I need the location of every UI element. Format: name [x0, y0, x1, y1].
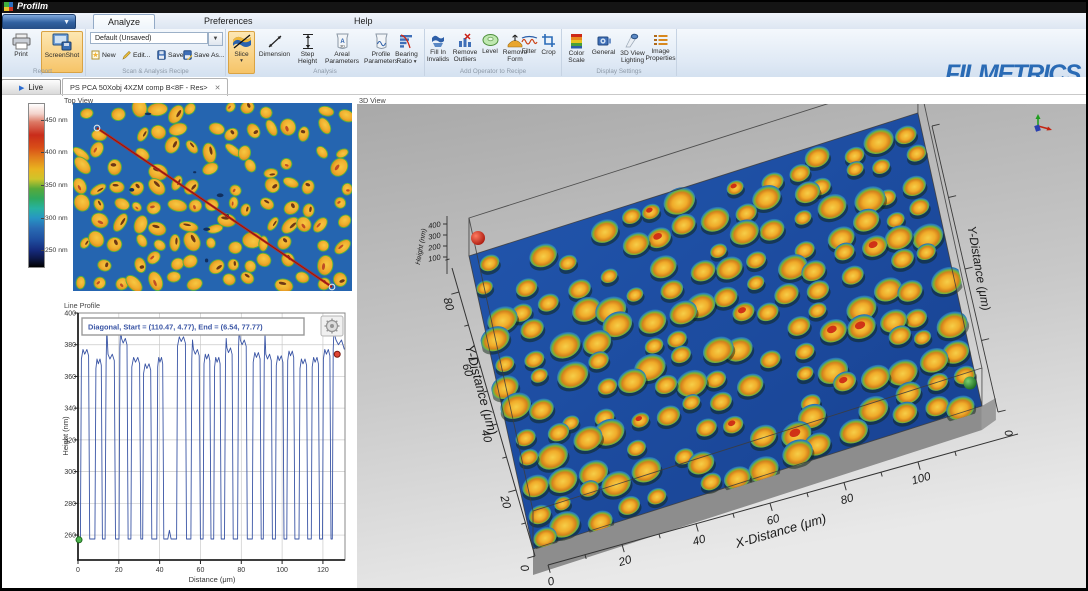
- slice-icon: [232, 33, 252, 50]
- svg-text:340: 340: [64, 406, 76, 413]
- svg-text:260: 260: [64, 533, 76, 540]
- svg-text:280: 280: [64, 501, 76, 508]
- step-height-icon: [301, 33, 315, 50]
- ribbon-group-operators: Fill In Invalids Remove Outliers Level: [425, 29, 562, 76]
- group-label-operators: Add Operator to Recipe: [425, 68, 561, 75]
- dimension-button[interactable]: Dimension: [257, 31, 292, 71]
- profile-parameters-icon: [373, 33, 390, 50]
- color-scale-label: 450 nm: [45, 117, 68, 124]
- svg-text:100: 100: [276, 567, 288, 574]
- group-label-recipe: Scan & Analysis Recipe: [86, 68, 225, 75]
- play-icon: ▶: [19, 84, 24, 92]
- color-scale-label: 400 nm: [45, 149, 68, 156]
- svg-text:300: 300: [64, 469, 76, 476]
- general-settings-button[interactable]: General: [591, 31, 616, 73]
- bearing-ratio-icon: [398, 33, 415, 50]
- title-bar: Profilm: [0, 0, 1088, 13]
- image-properties-icon: [653, 33, 668, 47]
- svg-text:0: 0: [76, 567, 80, 574]
- application-menu-button[interactable]: ▼: [2, 14, 76, 30]
- edit-recipe-button[interactable]: Edit...: [122, 50, 150, 60]
- chevron-down-icon: ▼: [63, 19, 70, 26]
- gear-icon: [596, 33, 612, 48]
- svg-text:360: 360: [64, 374, 76, 381]
- menu-bar: ▼ Analyze Preferences Help: [0, 13, 1088, 30]
- svg-text:400: 400: [64, 311, 76, 318]
- 3d-surface-view[interactable]: 020406080100X-Distance (μm)020406080Y-Di…: [357, 104, 1086, 590]
- ribbon-group-analysis: Slice ▾ Dimension Step H: [226, 29, 425, 76]
- ribbon-group-recipe: Default (Unsaved) ▼ New Edit...: [86, 29, 226, 76]
- tab-help[interactable]: Help: [340, 14, 387, 29]
- svg-text:3D: 3D: [339, 44, 344, 49]
- slice-start-marker-3d: [471, 231, 485, 245]
- ribbon-group-report: Print ScreenShot Report: [0, 29, 86, 76]
- recipe-combobox-arrow[interactable]: ▼: [208, 32, 223, 46]
- svg-text:Distance (μm): Distance (μm): [189, 575, 236, 584]
- recipe-combobox[interactable]: Default (Unsaved): [90, 32, 208, 44]
- remove-outliers-button[interactable]: Remove Outliers: [451, 31, 479, 73]
- chevron-down-icon: ▼: [213, 36, 219, 42]
- remove-outliers-icon: [457, 33, 473, 48]
- ribbon: Print ScreenShot Report Default (Unsaved…: [0, 29, 1088, 78]
- app-icon: [4, 2, 13, 11]
- level-icon: [482, 33, 499, 47]
- new-recipe-button[interactable]: New: [91, 50, 116, 60]
- profilm-window: { "window": {"app_title": "Profilm"}, "m…: [0, 0, 1088, 591]
- document-tab-title: PS PCA 50Xobj 4XZM comp B<8F - Res>: [70, 83, 208, 92]
- fill-in-invalids-button[interactable]: Fill In Invalids: [426, 31, 450, 73]
- new-document-icon: [91, 50, 100, 60]
- level-button[interactable]: Level: [480, 31, 500, 73]
- print-button[interactable]: Print: [4, 31, 38, 71]
- svg-text:380: 380: [64, 342, 76, 349]
- svg-text:120: 120: [317, 567, 329, 574]
- crop-button[interactable]: Crop: [538, 31, 559, 73]
- pencil-icon: [122, 50, 131, 60]
- svg-text:40: 40: [156, 567, 164, 574]
- close-icon[interactable]: ✕: [215, 84, 221, 92]
- svg-text:Height (nm): Height (nm): [62, 416, 70, 456]
- fill-in-invalids-icon: [430, 33, 446, 48]
- dimension-icon: [266, 33, 284, 50]
- save-as-icon: [183, 50, 192, 60]
- svg-text:20: 20: [115, 567, 123, 574]
- window-title: Profilm: [17, 1, 48, 11]
- svg-text:60: 60: [197, 567, 205, 574]
- svg-text:80: 80: [237, 567, 245, 574]
- chevron-down-icon: ▾: [414, 59, 417, 65]
- color-scale-icon: [570, 33, 583, 49]
- save-as-recipe-button[interactable]: Save As...: [183, 50, 225, 60]
- ribbon-group-display: Color Scale General 3D View Lighting: [562, 29, 677, 76]
- save-recipe-button[interactable]: Save: [157, 50, 184, 60]
- save-icon: [157, 50, 166, 60]
- tab-preferences[interactable]: Preferences: [190, 14, 267, 29]
- chevron-down-icon: ▾: [240, 59, 243, 65]
- line-profile-chart[interactable]: 260280300320340360380400020406080100120D…: [62, 310, 352, 591]
- screenshot-button[interactable]: ScreenShot: [41, 31, 83, 73]
- left-rail: 450 nm 400 nm 350 nm 300 nm 250 nm: [0, 95, 61, 591]
- tab-bar-divider: [0, 94, 1088, 95]
- color-scale-button[interactable]: Color Scale: [563, 31, 590, 73]
- screenshot-icon: [52, 33, 72, 51]
- line-profile-title: Line Profile: [64, 301, 100, 310]
- color-scale-label: 250 nm: [45, 247, 68, 254]
- color-scale-label: 300 nm: [45, 215, 68, 222]
- filter-icon: [521, 33, 538, 47]
- filter-button[interactable]: Filter: [519, 31, 539, 73]
- top-view-image[interactable]: [73, 103, 352, 291]
- tab-analyze[interactable]: Analyze: [93, 14, 155, 30]
- group-label-report: Report: [0, 68, 85, 75]
- crop-icon: [541, 33, 556, 48]
- lighting-icon: [625, 33, 641, 49]
- slice-end-marker-3d: [964, 377, 977, 390]
- document-tab-bar: ▶ Live PS PCA 50Xobj 4XZM comp B<8F - Re…: [0, 77, 1088, 95]
- color-scale-label: 350 nm: [45, 182, 68, 189]
- svg-text:Diagonal, Start = (110.47, 4.7: Diagonal, Start = (110.47, 4.77), End = …: [88, 323, 263, 332]
- printer-icon: [12, 33, 31, 50]
- group-label-display: Display Settings: [562, 68, 676, 75]
- areal-parameters-icon: A 3D: [334, 33, 351, 50]
- chart-settings-gear[interactable]: [321, 316, 343, 336]
- group-label-analysis: Analysis: [226, 68, 424, 75]
